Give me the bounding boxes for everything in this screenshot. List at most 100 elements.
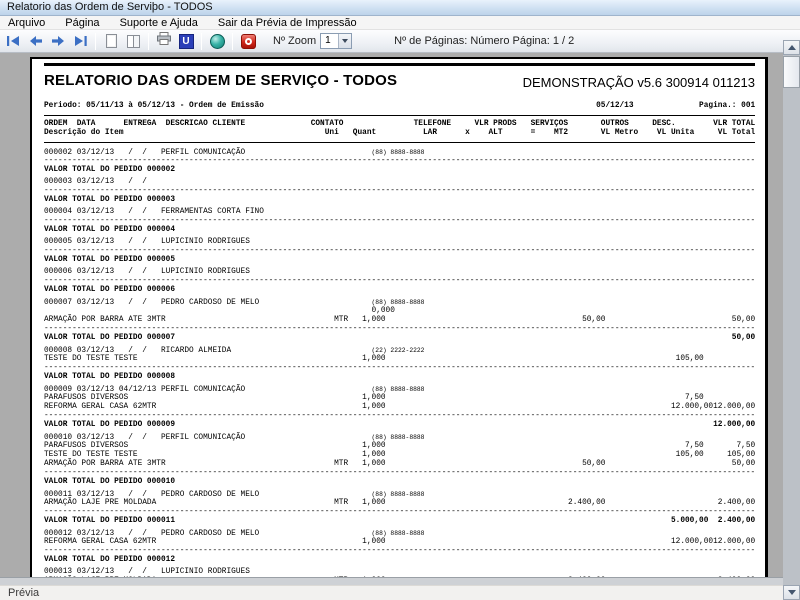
report-line-order: 000004 03/12/13 / / FERRAMENTAS CORTA FI… — [44, 208, 755, 217]
vertical-scrollbar[interactable] — [783, 40, 800, 600]
globe-icon — [210, 34, 225, 49]
report-line-order: 000005 03/12/13 / / LUPICINIO RODRIGUES — [44, 238, 755, 247]
report-separator-line: ----------------------------------------… — [44, 277, 755, 286]
scroll-up-button[interactable] — [783, 40, 800, 55]
report-line-text: VALOR TOTAL DO PEDIDO 000002 — [44, 166, 755, 174]
report-line-text: ----------------------------------------… — [44, 325, 755, 333]
report-line-item: TESTE DO TESTE TESTE 1,000 105,00 105,00 — [44, 451, 755, 460]
report-line-text: ARMAÇÃO LAJE PRE MOLDADA MTR 1,000 2.400… — [44, 499, 755, 507]
report-line-item: TESTE DO TESTE TESTE 1,000 105,00 — [44, 355, 755, 364]
report-line-text: VALOR TOTAL DO PEDIDO 000008 — [44, 373, 755, 381]
report-period-line: Periodo: 05/11/13 à 05/12/13 - Ordem de … — [44, 102, 755, 111]
last-page-icon — [72, 34, 88, 48]
report-line-text: 000003 03/12/13 / / — [44, 178, 147, 186]
report-separator-line: ----------------------------------------… — [44, 547, 755, 556]
report-line-text: 000004 03/12/13 / / FERRAMENTAS CORTA FI… — [44, 208, 264, 216]
report-line-text: 000007 03/12/13 / / PEDRO CARDOSO DE MEL… — [44, 299, 372, 307]
report-line-total: VALOR TOTAL DO PEDIDO 000009 12.000,00 — [44, 421, 755, 430]
client-phone: (88) 8888-8888 — [372, 434, 425, 441]
scroll-down-button[interactable] — [783, 585, 800, 600]
report-line-text: REFORMA GERAL CASA 62MTR 1,000 12.000,00… — [44, 538, 755, 546]
report-line-text: PARAFUSOS DIVERSOS 1,000 7,50 7,50 — [44, 442, 755, 450]
report-line-order: 000010 03/12/13 / / PERFIL COMUNICAÇÃO (… — [44, 433, 755, 442]
globe-button[interactable] — [207, 32, 227, 51]
menu-item-2[interactable]: Página — [55, 16, 109, 30]
report-line-order: 000013 03/12/13 / / LUPICINIO RODRIGUES — [44, 568, 755, 577]
report-line-text: ----------------------------------------… — [44, 247, 755, 255]
report-line-text: ----------------------------------------… — [44, 187, 755, 195]
column-header-row-2: Descrição do Item Uni Quant LAR x ALT = … — [44, 129, 755, 138]
report-line-text: ----------------------------------------… — [44, 277, 755, 285]
window-title: Relatorio das Ordem de Serviþo - TODOS — [7, 1, 213, 13]
report-frame-rule — [44, 63, 755, 66]
report-line-text: ----------------------------------------… — [44, 364, 755, 372]
next-page-button[interactable] — [48, 32, 68, 51]
report-line-text: VALOR TOTAL DO PEDIDO 000011 5.000,00 2.… — [44, 517, 755, 525]
report-line-text: ----------------------------------------… — [44, 157, 755, 165]
report-line-text: 000006 03/12/13 / / LUPICINIO RODRIGUES — [44, 268, 250, 276]
previous-page-icon — [28, 34, 44, 48]
window-titlebar: Relatorio das Ordem de Serviþo - TODOS — [0, 0, 800, 16]
report-line-total: VALOR TOTAL DO PEDIDO 000006 — [44, 286, 755, 295]
report-title: RELATORIO DAS ORDEM DE SERVIÇO - TODOS — [44, 72, 397, 89]
report-version: DEMONSTRAÇÃO v5.6 300914 011213 — [523, 75, 755, 90]
toolbar-separator — [232, 33, 233, 50]
report-line-order: 000002 03/12/13 / / PERFIL COMUNICAÇÃO (… — [44, 148, 755, 157]
report-separator-line: ----------------------------------------… — [44, 364, 755, 373]
status-text: Prévia — [8, 587, 39, 599]
exit-preview-button[interactable] — [238, 32, 258, 51]
report-line-text: 000002 03/12/13 / / PERFIL COMUNICAÇÃO — [44, 149, 372, 157]
report-line-item: REFORMA GERAL CASA 62MTR 1,000 12.000,00… — [44, 538, 755, 547]
two-page-view-button[interactable] — [123, 32, 143, 51]
report-line-item: ARMAÇÃO POR BARRA ATE 3MTR MTR 1,000 50,… — [44, 316, 755, 325]
toolbar-separator — [148, 33, 149, 50]
report-line-text: VALOR TOTAL DO PEDIDO 000003 — [44, 196, 755, 204]
print-button[interactable] — [154, 32, 174, 51]
report-line-total: VALOR TOTAL DO PEDIDO 000005 — [44, 256, 755, 265]
menu-item-1[interactable]: Arquivo — [0, 16, 55, 30]
menu-item-3[interactable]: Suporte e Ajuda — [110, 16, 208, 30]
last-page-button[interactable] — [70, 32, 90, 51]
report-line-text: VALOR TOTAL DO PEDIDO 000005 — [44, 256, 755, 264]
report-line-total: VALOR TOTAL DO PEDIDO 000002 — [44, 166, 755, 175]
menu-item-4[interactable]: Sair da Prévia de Impressão — [208, 16, 367, 30]
single-page-view-button[interactable] — [101, 32, 121, 51]
preview-area: RELATORIO DAS ORDEM DE SERVIÇO - TODOS D… — [0, 53, 783, 585]
report-line-order: 000003 03/12/13 / / — [44, 178, 755, 187]
report-line-text: 000009 03/12/13 04/12/13 PERFIL COMUNICA… — [44, 386, 372, 394]
report-line-order: 000011 03/12/13 / / PEDRO CARDOSO DE MEL… — [44, 490, 755, 499]
report-separator-line: ----------------------------------------… — [44, 187, 755, 196]
report-line-text: ----------------------------------------… — [44, 469, 755, 477]
zoom-select[interactable]: 1 — [320, 33, 352, 49]
report-line-order: 000007 03/12/13 / / PEDRO CARDOSO DE MEL… — [44, 298, 755, 307]
report-line-order: 000009 03/12/13 04/12/13 PERFIL COMUNICA… — [44, 385, 755, 394]
report-line-item: ARMAÇÃO POR BARRA ATE 3MTR MTR 1,000 50,… — [44, 460, 755, 469]
column-header-row-1: ORDEM DATA ENTREGA DESCRICAO CLIENTE CON… — [44, 120, 755, 129]
report-column-headers: ORDEM DATA ENTREGA DESCRICAO CLIENTE CON… — [44, 120, 755, 143]
report-separator-line: ----------------------------------------… — [44, 508, 755, 517]
report-line-text: 0,000 — [44, 307, 755, 315]
report-period-section: Periodo: 05/11/13 à 05/12/13 - Ordem de … — [44, 102, 755, 116]
report-line-text: VALOR TOTAL DO PEDIDO 000004 — [44, 226, 755, 234]
zoom-dropdown-button[interactable] — [338, 34, 351, 48]
report-line-text: VALOR TOTAL DO PEDIDO 000006 — [44, 286, 755, 294]
report-page: RELATORIO DAS ORDEM DE SERVIÇO - TODOS D… — [30, 57, 768, 585]
logo-u-button[interactable]: U — [176, 32, 196, 51]
report-separator-line: ----------------------------------------… — [44, 325, 755, 334]
report-line-text: 000013 03/12/13 / / LUPICINIO RODRIGUES — [44, 568, 250, 576]
report-separator-line: ----------------------------------------… — [44, 412, 755, 421]
report-line-text: 000005 03/12/13 / / LUPICINIO RODRIGUES — [44, 238, 250, 246]
toolbar: U Nº Zoom 1 Nº de Páginas: Número Página… — [0, 30, 800, 53]
previous-page-button[interactable] — [26, 32, 46, 51]
report-line-text: ----------------------------------------… — [44, 508, 755, 516]
status-bar: Prévia — [0, 585, 783, 600]
menu-bar: ArquivoPáginaSuporte e AjudaSair da Prév… — [0, 16, 800, 30]
client-phone: (88) 8888-8888 — [372, 386, 425, 393]
report-line-order: 000012 03/12/13 / / PEDRO CARDOSO DE MEL… — [44, 529, 755, 538]
report-line-text: ----------------------------------------… — [44, 217, 755, 225]
client-phone: (88) 8888-8888 — [372, 149, 425, 156]
first-page-button[interactable] — [4, 32, 24, 51]
report-separator-line: ----------------------------------------… — [44, 247, 755, 256]
scrollbar-thumb[interactable] — [783, 56, 800, 88]
client-phone: (88) 8888-8888 — [372, 530, 425, 537]
